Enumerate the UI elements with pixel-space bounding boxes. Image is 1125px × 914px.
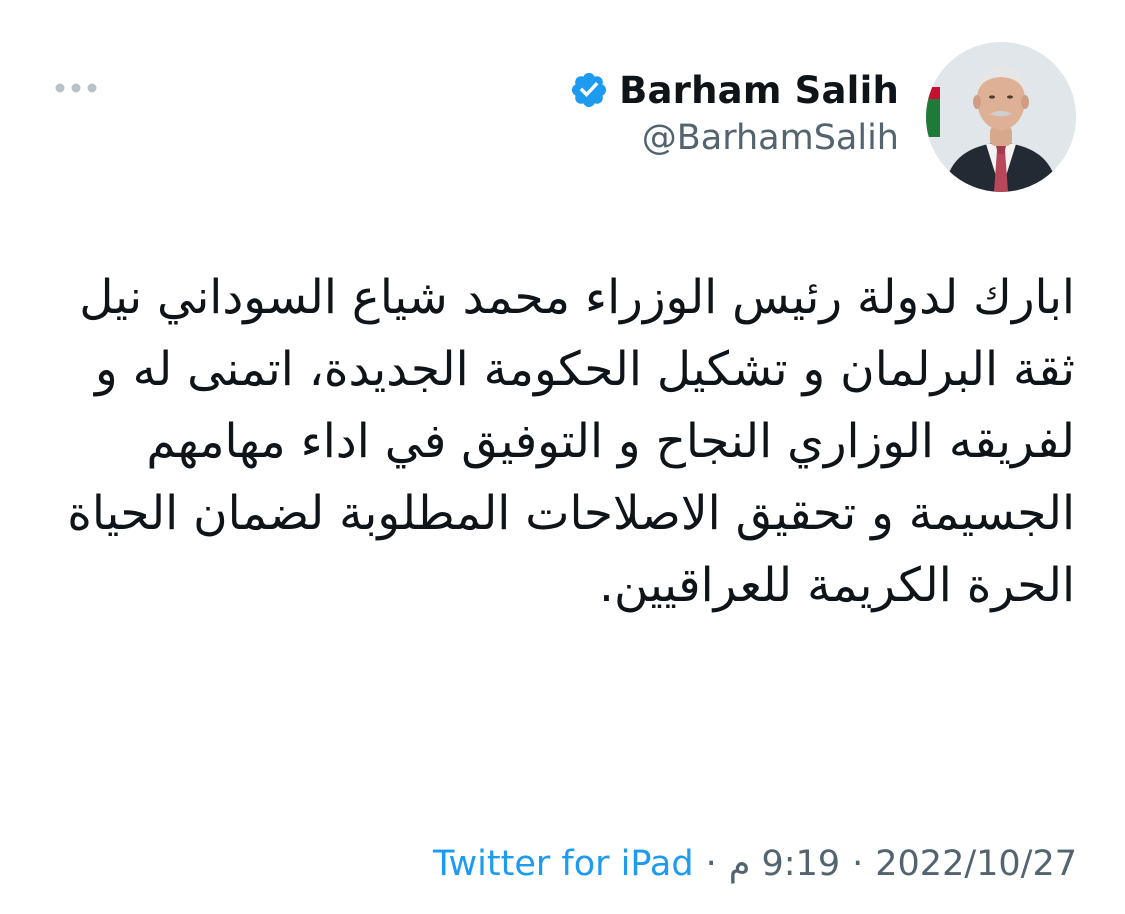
profile-photo <box>926 42 1076 192</box>
verified-badge-icon <box>572 72 607 108</box>
more-options-button[interactable] <box>46 70 106 106</box>
tweet-source-link[interactable]: Twitter for iPad <box>433 844 694 884</box>
tweet-metadata: Twitter for iPad · 9:19 م · 2022/10/27 <box>433 836 1077 892</box>
author-name-row[interactable]: Barham Salih <box>569 64 899 116</box>
tweet-text: ابارك لدولة رئيس الوزراء محمد شياع السود… <box>52 270 1075 613</box>
tweet-date[interactable]: 2022/10/27 <box>875 844 1077 884</box>
meta-separator: · <box>705 844 717 884</box>
more-horizontal-icon <box>55 83 97 93</box>
avatar[interactable] <box>926 42 1076 192</box>
author-handle[interactable]: @BarhamSalih <box>642 118 899 158</box>
tweet-header: Barham Salih @BarhamSalih <box>0 0 1125 200</box>
tweet-time[interactable]: 9:19 م <box>729 844 840 884</box>
meta-separator: · <box>852 844 864 884</box>
author-display-name[interactable]: Barham Salih <box>619 69 899 112</box>
